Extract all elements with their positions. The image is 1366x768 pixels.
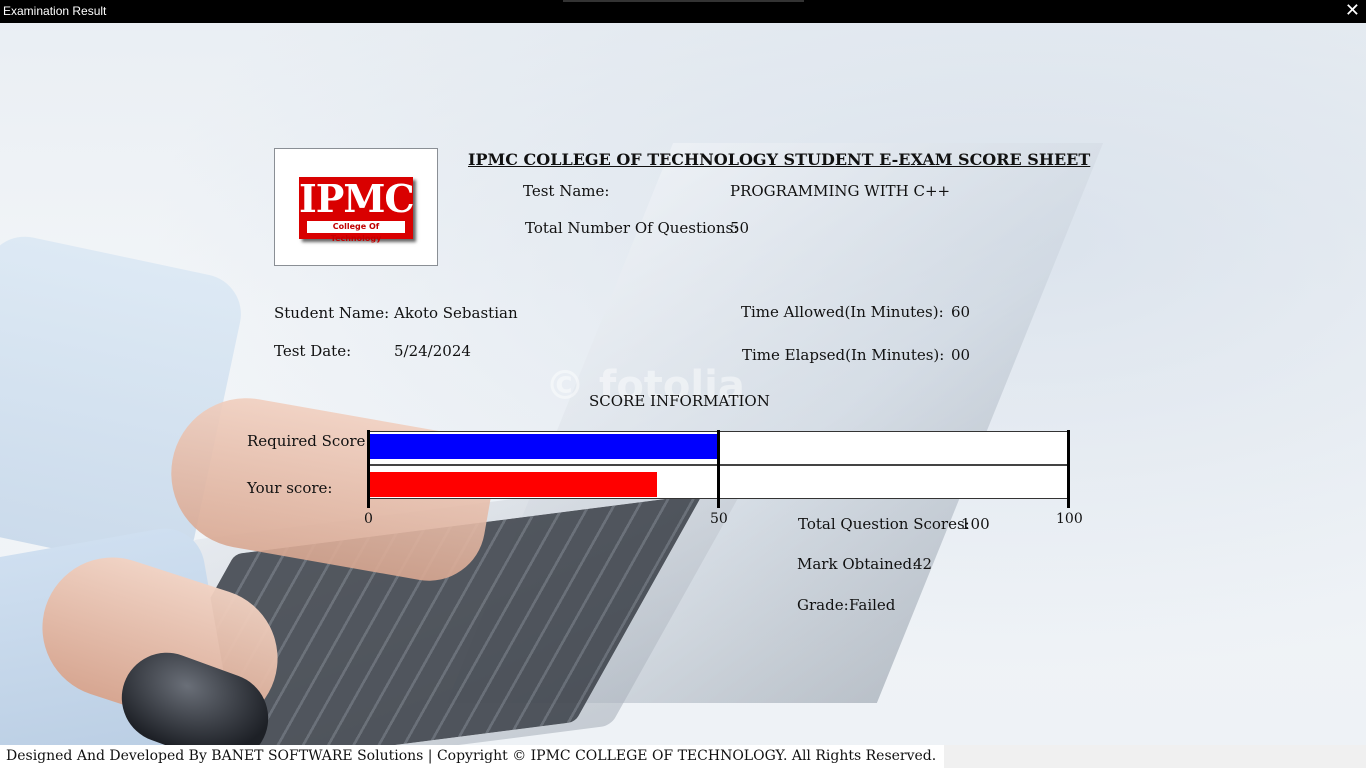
footer-copyright: Designed And Developed By BANET SOFTWARE…: [0, 745, 945, 768]
close-icon[interactable]: ✕: [1345, 0, 1360, 22]
chart-tick-line: [367, 430, 370, 508]
total-questions-label: Total Number Of Questions:: [525, 219, 739, 237]
grade-value: Failed: [849, 596, 896, 614]
test-name-label: Test Name:: [523, 182, 610, 200]
student-name-value: Akoto Sebastian: [394, 304, 518, 322]
background-photo: © fotolia: [0, 23, 1366, 745]
test-date-label: Test Date:: [274, 342, 352, 360]
mark-obtained-label: Mark Obtained:: [797, 555, 918, 573]
total-scores-value: 100: [961, 515, 990, 533]
chart-bar-yours: [370, 472, 658, 497]
test-name-value: PROGRAMMING WITH C++: [730, 182, 951, 200]
time-allowed-label: Time Allowed(In Minutes):: [741, 303, 944, 321]
chart-tick-line: [1067, 430, 1070, 508]
student-name-label: Student Name:: [274, 304, 390, 322]
logo-badge: IPMC College Of Technology: [299, 176, 415, 243]
test-date-value: 5/24/2024: [394, 342, 471, 360]
title-drag-handle[interactable]: [563, 0, 804, 2]
total-scores-label: Total Question Scores:: [798, 515, 970, 533]
window-title: Examination Result: [3, 4, 107, 18]
chart-bar-required: [370, 434, 719, 459]
chart-tick-label: 100: [1056, 511, 1083, 527]
time-elapsed-value: 00: [951, 346, 971, 364]
total-questions-value: 50: [730, 219, 750, 237]
required-score-label: Required Score:: [247, 432, 371, 450]
time-allowed-value: 60: [951, 303, 971, 321]
chart-tick-label: 0: [364, 511, 373, 527]
footer: Designed And Developed By BANET SOFTWARE…: [0, 745, 1366, 768]
title-bar: Examination Result ✕: [0, 0, 1366, 23]
logo-text: IPMC: [299, 176, 415, 221]
logo-subtext: College Of Technology: [307, 221, 405, 243]
score-chart: 0 50 100: [364, 430, 1083, 527]
college-logo: IPMC College Of Technology: [274, 148, 438, 266]
your-score-label: Your score:: [247, 479, 333, 497]
grade-label: Grade:: [797, 596, 849, 614]
chart-tick-label: 50: [710, 511, 728, 527]
mark-obtained-value: 42: [913, 555, 933, 573]
score-section-title: SCORE INFORMATION: [589, 392, 770, 410]
time-elapsed-label: Time Elapsed(In Minutes):: [742, 346, 945, 364]
chart-tick-line: [717, 430, 720, 508]
page-title: IPMC COLLEGE OF TECHNOLOGY STUDENT E-EXA…: [468, 150, 1091, 169]
